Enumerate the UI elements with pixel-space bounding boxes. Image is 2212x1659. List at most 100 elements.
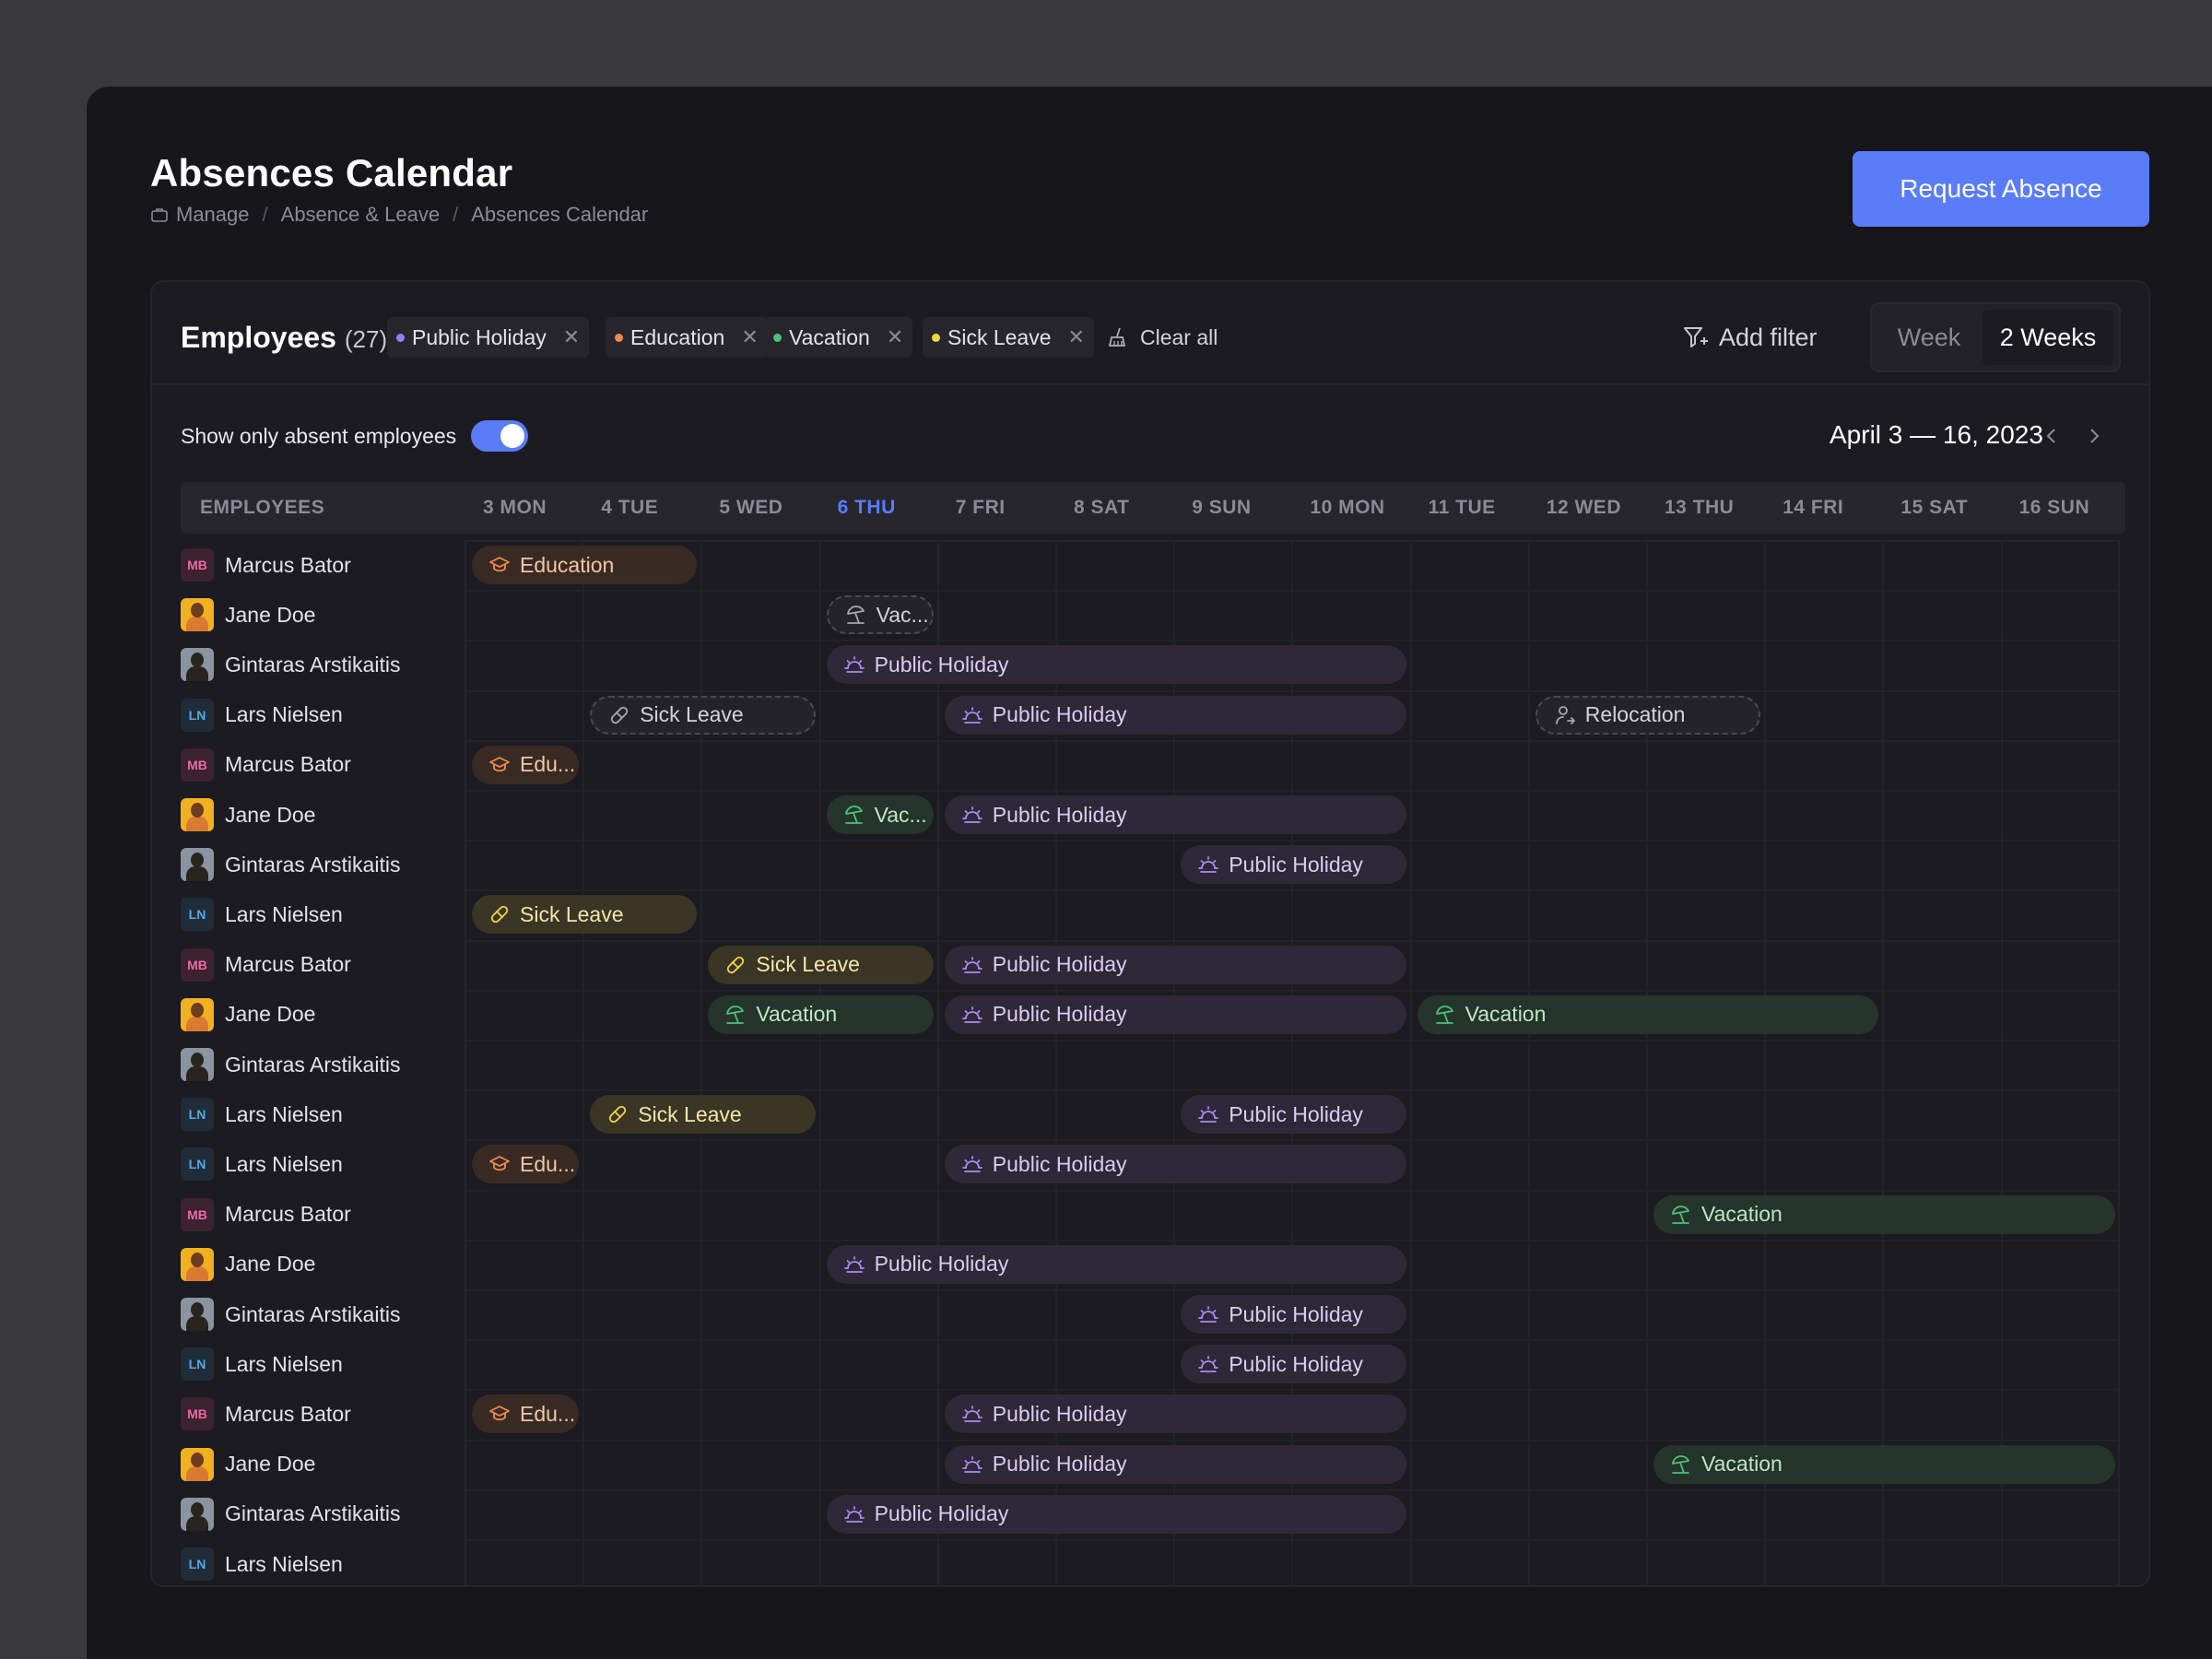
absence-label: Edu... [520, 752, 576, 777]
absence-bar-holiday[interactable]: Public Holiday [826, 1244, 1406, 1284]
sun-icon [961, 1153, 983, 1175]
employee-row[interactable]: Gintaras Arstikaitis [181, 1046, 400, 1083]
grid-row-divider [466, 739, 2118, 742]
absence-bar-relocation[interactable]: Relocation [1535, 695, 1761, 735]
employee-name: Gintaras Arstikaitis [225, 652, 401, 677]
avatar: MB [181, 947, 214, 982]
employee-row[interactable]: LN Lars Nielsen [181, 697, 343, 734]
grid-row-divider [466, 640, 2118, 642]
avatar [181, 598, 214, 632]
employee-row[interactable]: Gintaras Arstikaitis [181, 1296, 400, 1333]
absence-bar-education[interactable]: Edu... [472, 1394, 580, 1434]
grid-row-divider [466, 889, 2118, 892]
absence-label: Sick Leave [640, 702, 744, 727]
close-icon[interactable]: ✕ [887, 325, 903, 349]
absence-bar-holiday[interactable]: Public Holiday [1181, 1345, 1406, 1384]
sun-icon [961, 1453, 983, 1476]
filter-chip-public-holiday[interactable]: Public Holiday ✕ [387, 317, 590, 358]
employee-row[interactable]: Gintaras Arstikaitis [181, 646, 400, 683]
absence-bar-vacation[interactable]: Vac... [826, 595, 934, 635]
absence-bar-holiday[interactable]: Public Holiday [1181, 845, 1406, 885]
request-absence-button[interactable]: Request Absence [1853, 151, 2149, 227]
grid-column-divider [936, 542, 939, 1585]
previous-period-button[interactable] [2038, 420, 2065, 452]
absence-bar-education[interactable]: Edu... [472, 1145, 580, 1184]
employee-row[interactable]: MB Marcus Bator [181, 747, 351, 783]
absence-bar-holiday[interactable]: Public Holiday [944, 795, 1406, 834]
absence-bar-holiday[interactable]: Public Holiday [944, 695, 1406, 735]
grid-row-divider [466, 1139, 2118, 1142]
graduation-cap-icon [488, 1403, 511, 1425]
avatar: MB [181, 747, 214, 782]
employees-column-header: EMPLOYEES [200, 497, 325, 518]
employee-row[interactable]: Jane Doe [181, 1446, 315, 1483]
day-header: 13 THU [1665, 497, 1735, 518]
absence-bar-holiday[interactable]: Public Holiday [1181, 1095, 1406, 1135]
filter-chip-education[interactable]: Education ✕ [606, 317, 768, 358]
employee-row[interactable]: Jane Doe [181, 596, 315, 633]
breadcrumb-manage[interactable]: Manage [176, 203, 250, 227]
employee-row[interactable]: Jane Doe [181, 796, 315, 833]
employee-row[interactable]: Gintaras Arstikaitis [181, 846, 400, 883]
employee-name: Lars Nielsen [225, 1551, 343, 1576]
employee-row[interactable]: MB Marcus Bator [181, 1395, 351, 1432]
close-icon[interactable]: ✕ [741, 325, 758, 349]
absence-bar-holiday[interactable]: Public Holiday [944, 945, 1406, 984]
absence-bar-vacation[interactable]: Vacation [1653, 1194, 2115, 1234]
absence-label: Sick Leave [756, 952, 860, 977]
employee-row[interactable]: LN Lars Nielsen [181, 1346, 343, 1382]
pill-icon [488, 903, 511, 925]
add-filter-button[interactable]: Add filter [1682, 315, 1818, 359]
absence-bar-vacation[interactable]: Vac... [826, 795, 934, 834]
filter-dot [932, 333, 940, 342]
absence-bar-holiday[interactable]: Public Holiday [944, 1444, 1406, 1484]
absence-bar-holiday[interactable]: Public Holiday [826, 1494, 1406, 1534]
employee-row[interactable]: LN Lars Nielsen [181, 1146, 343, 1182]
employee-row[interactable]: MB Marcus Bator [181, 947, 351, 983]
clear-all-button[interactable]: Clear all [1107, 317, 1218, 358]
close-icon[interactable]: ✕ [563, 325, 580, 349]
avatar: LN [181, 1147, 214, 1182]
next-period-button[interactable] [2080, 420, 2108, 452]
employee-row[interactable]: LN Lars Nielsen [181, 1546, 343, 1583]
absence-bar-holiday[interactable]: Public Holiday [944, 1394, 1406, 1434]
employee-row[interactable]: Gintaras Arstikaitis [181, 1496, 400, 1533]
employee-row[interactable]: LN Lars Nielsen [181, 1096, 343, 1133]
absence-bar-sick[interactable]: Sick Leave [472, 895, 698, 935]
view-week-button[interactable]: Week [1877, 310, 1981, 365]
absence-bar-sick[interactable]: Sick Leave [708, 945, 934, 984]
absence-bar-holiday[interactable]: Public Holiday [1181, 1295, 1406, 1334]
filter-chip-sick-leave[interactable]: Sick Leave ✕ [923, 317, 1094, 358]
employee-row[interactable]: Jane Doe [181, 996, 315, 1033]
employee-row[interactable]: MB Marcus Bator [181, 1196, 351, 1233]
absence-label: Public Holiday [992, 952, 1127, 977]
calendar-panel: Employees (27) Public Holiday ✕ Education ✕… [150, 280, 2150, 1587]
absence-bar-vacation[interactable]: Vacation [1417, 994, 1879, 1034]
absence-label: Vac... [876, 602, 929, 627]
absent-only-toggle[interactable] [471, 420, 529, 452]
view-2-weeks-button[interactable]: 2 Weeks [1983, 310, 2113, 365]
filter-chip-vacation[interactable]: Vacation ✕ [764, 317, 913, 358]
absence-bar-holiday[interactable]: Public Holiday [944, 1145, 1406, 1184]
beach-umbrella-icon [724, 1004, 747, 1026]
employee-row[interactable]: MB Marcus Bator [181, 547, 351, 583]
breadcrumb-absence-leave[interactable]: Absence & Leave [281, 203, 440, 227]
absence-bar-education[interactable]: Edu... [472, 745, 580, 784]
employee-name: Lars Nielsen [225, 1151, 343, 1176]
pill-icon [608, 704, 630, 726]
employee-row[interactable]: LN Lars Nielsen [181, 896, 343, 933]
date-range-label: April 3 — 16, 2023 [1830, 420, 2043, 449]
employee-row[interactable]: Jane Doe [181, 1246, 315, 1283]
sun-icon [961, 954, 983, 976]
close-icon[interactable]: ✕ [1068, 325, 1085, 349]
grid-column-divider [818, 542, 821, 1585]
absence-bar-education[interactable]: Education [472, 546, 698, 584]
employee-name: Marcus Bator [225, 752, 351, 777]
absence-bar-holiday[interactable]: Public Holiday [944, 994, 1406, 1034]
grid-row-divider [466, 1339, 2118, 1342]
absence-bar-sick[interactable]: Sick Leave [590, 1095, 816, 1135]
absence-bar-vacation[interactable]: Vacation [708, 994, 934, 1034]
absence-bar-vacation[interactable]: Vacation [1653, 1444, 2115, 1484]
absence-bar-sick[interactable]: Sick Leave [590, 695, 816, 735]
absence-bar-holiday[interactable]: Public Holiday [826, 645, 1406, 685]
